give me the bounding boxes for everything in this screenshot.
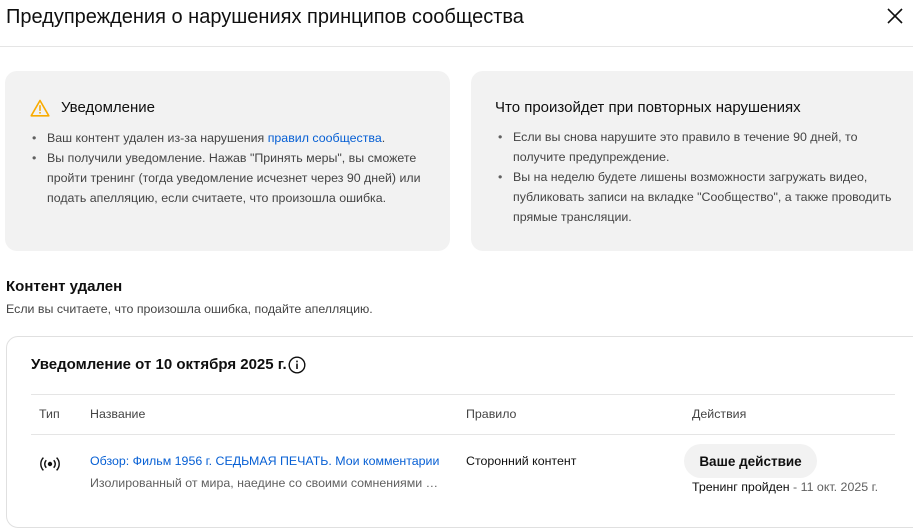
list-item: Ваш контент удален из-за нарушения прави… — [30, 128, 430, 148]
community-guidelines-link[interactable]: правил сообщества — [268, 131, 382, 145]
column-header-rule: Правило — [466, 407, 517, 421]
list-item: Вы получили уведомление. Нажав "Принять … — [30, 148, 430, 208]
close-icon[interactable] — [883, 4, 907, 28]
rule-cell: Сторонний контент — [466, 454, 577, 468]
panel-title: Уведомление от 10 октября 2025 г. — [31, 356, 287, 373]
column-header-name: Название — [90, 407, 146, 421]
column-header-actions: Действия — [692, 407, 747, 421]
content-removed-subtitle: Если вы считаете, что произошла ошибка, … — [6, 302, 373, 316]
divider — [31, 434, 895, 435]
status-label: Тренинг пройден — [692, 480, 790, 494]
video-description: Изолированный от мира, наедине со своими… — [90, 476, 440, 490]
content-removed-title: Контент удален — [6, 278, 123, 295]
divider — [31, 394, 895, 395]
repeat-list: Если вы снова нарушите это правило в теч… — [496, 127, 896, 227]
notice-title: Уведомление — [61, 99, 156, 116]
status-date: - 11 окт. 2025 г. — [789, 480, 879, 494]
repeat-violations-title: Что произойдет при повторных нарушениях — [495, 99, 801, 116]
column-header-type: Тип — [39, 407, 60, 421]
video-title-link[interactable]: Обзор: Фильм 1956 г. СЕДЬМАЯ ПЕЧАТЬ. Мои… — [90, 454, 440, 468]
repeat-violations-card: Что произойдет при повторных нарушениях … — [471, 71, 913, 251]
info-icon[interactable] — [288, 356, 306, 374]
live-broadcast-icon — [40, 457, 60, 471]
your-action-button[interactable]: Ваше действие — [684, 444, 817, 478]
notice-panel: Уведомление от 10 октября 2025 г. Тип На… — [6, 336, 913, 528]
dialog-title: Предупреждения о нарушениях принципов со… — [6, 6, 524, 28]
notice-card: Уведомление Ваш контент удален из-за нар… — [5, 71, 450, 251]
dialog-header: Предупреждения о нарушениях принципов со… — [0, 0, 913, 47]
list-item: Вы на неделю будете лишены возможности з… — [496, 167, 896, 227]
notice-list: Ваш контент удален из-за нарушения прави… — [30, 128, 430, 208]
status-text: Тренинг пройден - 11 окт. 2025 г. — [692, 480, 878, 494]
warning-icon — [30, 99, 50, 117]
list-item: Если вы снова нарушите это правило в теч… — [496, 127, 896, 167]
